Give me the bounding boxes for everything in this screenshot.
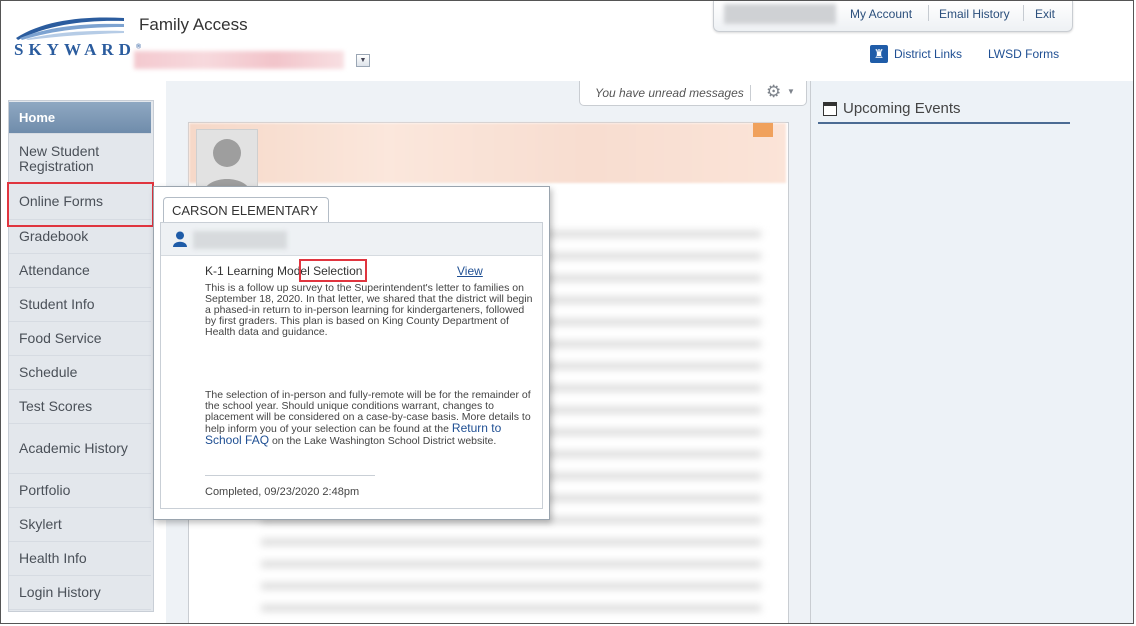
chevron-down-icon[interactable]: ▼	[787, 87, 795, 96]
completed-status: Completed, 09/23/2020 2:48pm	[205, 486, 360, 498]
app-window: SKYWARD® Family Access ▼ My Account Emai…	[0, 0, 1134, 624]
email-history-link[interactable]: Email History	[939, 7, 1010, 21]
user-name-redacted	[724, 4, 836, 24]
unread-messages-link[interactable]: You have unread messages	[595, 86, 744, 100]
banner-corner-icon[interactable]	[753, 123, 773, 137]
gear-icon[interactable]: ⚙	[766, 82, 781, 102]
app-title: Family Access	[139, 15, 248, 34]
description-text: on the Lake Washington School District w…	[269, 435, 497, 447]
tab-carson-elementary[interactable]: CARSON ELEMENTARY	[163, 197, 329, 222]
sidebar-item-home[interactable]: Home	[9, 102, 151, 134]
sidebar-item-health-info[interactable]: Health Info	[9, 542, 151, 576]
sidebar-item-portfolio[interactable]: Portfolio	[9, 474, 151, 508]
lwsd-forms-link[interactable]: LWSD Forms	[988, 47, 1059, 61]
logo-text: SKYWARD®	[14, 40, 142, 59]
sidebar-item-schedule[interactable]: Schedule	[9, 356, 151, 390]
form-description-2: The selection of in-person and fully-rem…	[205, 390, 537, 447]
sidebar-item-student-info[interactable]: Student Info	[9, 288, 151, 322]
form-description: This is a follow up survey to the Superi…	[205, 282, 533, 338]
view-link-highlight	[299, 259, 367, 282]
logo-swoosh-icon	[16, 17, 124, 40]
sidebar-item-academic-history[interactable]: Academic History	[9, 424, 151, 474]
sidebar-item-login-history[interactable]: Login History	[9, 576, 151, 610]
online-forms-highlight	[7, 182, 154, 227]
person-silhouette-icon	[203, 139, 251, 194]
header: SKYWARD® Family Access ▼ My Account Emai…	[1, 1, 1133, 81]
top-links-bar: My Account Email History Exit	[713, 1, 1073, 32]
student-name-redacted	[134, 51, 344, 69]
calendar-icon	[823, 102, 837, 116]
sidebar-item-test-scores[interactable]: Test Scores	[9, 390, 151, 424]
person-icon	[173, 231, 187, 247]
skyward-logo[interactable]: SKYWARD®	[14, 14, 141, 62]
divider	[750, 85, 751, 101]
chevron-down-icon[interactable]: ▼	[356, 54, 370, 67]
student-name-redacted	[193, 231, 287, 249]
district-links-link[interactable]: District Links	[894, 47, 962, 61]
online-forms-popup: CARSON ELEMENTARY K-1 Learning Model Sel…	[153, 186, 550, 520]
sidebar-item-new-student-registration[interactable]: New Student Registration	[9, 134, 151, 184]
sidebar-nav: Home New Student Registration Online For…	[8, 100, 154, 612]
divider	[205, 475, 375, 476]
sidebar-item-food-service[interactable]: Food Service	[9, 322, 151, 356]
sidebar-item-skylert[interactable]: Skylert	[9, 508, 151, 542]
my-account-link[interactable]: My Account	[850, 7, 912, 21]
district-building-icon[interactable]: ♜	[870, 45, 888, 63]
upcoming-events-title: Upcoming Events	[843, 100, 961, 117]
upcoming-events-pane	[810, 81, 1133, 623]
sidebar-item-attendance[interactable]: Attendance	[9, 254, 151, 288]
student-banner-redacted	[189, 123, 786, 183]
student-row	[161, 223, 542, 256]
divider	[818, 122, 1070, 124]
divider	[1023, 5, 1024, 21]
divider	[928, 5, 929, 21]
exit-link[interactable]: Exit	[1035, 7, 1055, 21]
view-form-link[interactable]: View	[457, 264, 483, 278]
student-selector[interactable]: ▼	[134, 50, 373, 70]
messages-bar: You have unread messages ⚙ ▼	[579, 81, 807, 106]
